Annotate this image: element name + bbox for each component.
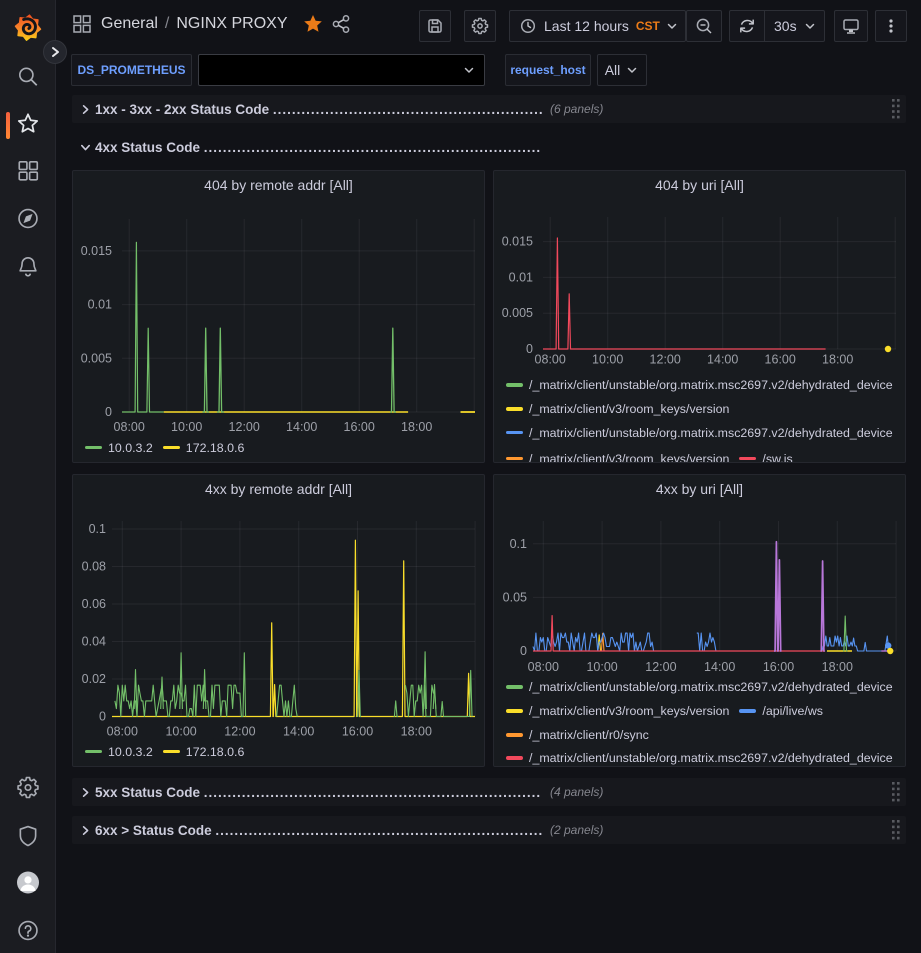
svg-text:16:00: 16:00 [763,660,794,674]
svg-text:0: 0 [99,710,106,724]
svg-text:10:00: 10:00 [592,353,623,367]
svg-text:10:00: 10:00 [171,420,202,434]
svg-text:12:00: 12:00 [229,420,260,434]
svg-text:0.01: 0.01 [88,298,112,312]
svg-text:0.1: 0.1 [510,537,527,551]
svg-text:0: 0 [526,342,533,356]
svg-text:14:00: 14:00 [286,420,317,434]
svg-text:16:00: 16:00 [342,725,373,739]
svg-text:0.005: 0.005 [502,306,533,320]
svg-text:16:00: 16:00 [344,420,375,434]
svg-text:08:00: 08:00 [528,660,559,674]
svg-text:0.005: 0.005 [81,351,112,365]
svg-text:0.05: 0.05 [503,590,527,604]
svg-text:0.04: 0.04 [82,635,106,649]
svg-text:12:00: 12:00 [645,660,676,674]
svg-text:0: 0 [520,644,527,658]
svg-text:08:00: 08:00 [114,420,145,434]
svg-text:08:00: 08:00 [107,725,138,739]
svg-text:08:00: 08:00 [535,353,566,367]
svg-text:10:00: 10:00 [586,660,617,674]
svg-text:18:00: 18:00 [401,725,432,739]
svg-text:18:00: 18:00 [401,420,432,434]
svg-text:0.06: 0.06 [82,597,106,611]
svg-text:0.01: 0.01 [509,270,533,284]
svg-text:0.015: 0.015 [502,235,533,249]
svg-text:14:00: 14:00 [704,660,735,674]
svg-text:18:00: 18:00 [822,353,853,367]
svg-text:12:00: 12:00 [650,353,681,367]
svg-text:16:00: 16:00 [765,353,796,367]
svg-text:0.08: 0.08 [82,560,106,574]
svg-text:14:00: 14:00 [283,725,314,739]
svg-text:10:00: 10:00 [165,725,196,739]
svg-text:18:00: 18:00 [822,660,853,674]
svg-text:0.02: 0.02 [82,672,106,686]
svg-text:14:00: 14:00 [707,353,738,367]
svg-text:0: 0 [105,405,112,419]
svg-text:12:00: 12:00 [224,725,255,739]
svg-text:0.015: 0.015 [81,244,112,258]
svg-text:0.1: 0.1 [89,522,106,536]
